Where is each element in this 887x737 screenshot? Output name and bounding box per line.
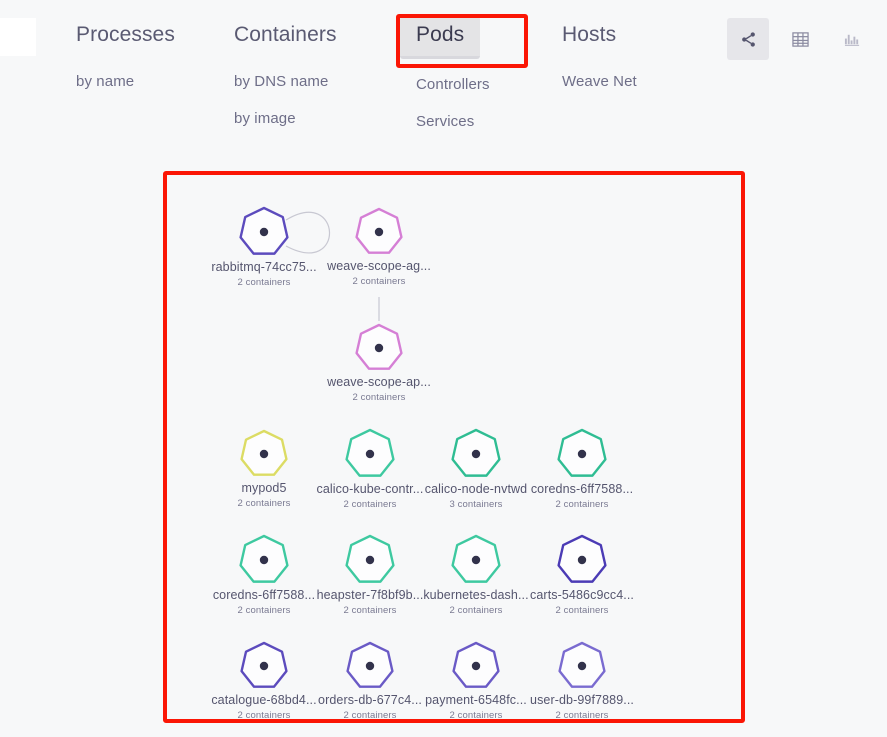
topology-tab-containers[interactable]: Containers (218, 16, 353, 56)
node-heptagon-icon (556, 534, 608, 586)
node-container-count: 2 containers (555, 710, 609, 721)
graph-node-weave-scope-app[interactable]: weave-scope-ap... 2 containers (304, 323, 454, 403)
node-label: weave-scope-ag... (327, 259, 431, 273)
graph-node-coredns-a[interactable]: coredns-6ff7588... 2 containers (507, 428, 657, 510)
node-container-count: 2 containers (555, 605, 609, 616)
topology-subtab-controllers[interactable]: Controllers (400, 74, 530, 95)
node-heptagon-icon (450, 428, 502, 480)
share-graph-icon (740, 31, 757, 48)
bar-chart-icon (844, 31, 861, 48)
topology-subtab-services[interactable]: Services (400, 111, 530, 132)
table-grid-icon (791, 31, 809, 48)
nav-column-hosts: Hosts Weave Net (546, 16, 696, 92)
topology-tab-pods[interactable]: Pods (400, 16, 481, 59)
node-label: coredns-6ff7588... (530, 482, 634, 496)
nav-column-processes: Processes by name (60, 16, 210, 92)
nav-column-containers: Containers by DNS name by image (218, 16, 403, 129)
topology-graph[interactable]: rabbitmq-74cc75... 2 containers weave-scop… (0, 160, 887, 737)
node-heptagon-icon (354, 323, 404, 373)
nav-column-pods: Pods Controllers Services (400, 16, 530, 132)
node-heptagon-icon (557, 641, 607, 691)
node-heptagon-icon (239, 641, 289, 691)
graph-node-carts[interactable]: carts-5486c9cc4... 2 containers (507, 534, 657, 616)
node-heptagon-icon (345, 641, 395, 691)
node-heptagon-icon (354, 207, 404, 257)
node-heptagon-icon (344, 428, 396, 480)
topology-subtab-weave-net[interactable]: Weave Net (546, 71, 696, 92)
node-label: weave-scope-ap... (327, 375, 431, 389)
topology-tab-processes[interactable]: Processes (60, 16, 191, 56)
node-label: carts-5486c9cc4... (530, 588, 634, 602)
node-label: user-db-99f7889... (530, 693, 634, 707)
topology-tab-hosts[interactable]: Hosts (546, 16, 632, 56)
topology-subtab-by-name[interactable]: by name (60, 71, 210, 92)
node-heptagon-icon (344, 534, 396, 586)
graph-node-weave-scope-agent[interactable]: weave-scope-ag... 2 containers (304, 207, 454, 287)
node-heptagon-icon (238, 206, 290, 258)
node-heptagon-icon (556, 428, 608, 480)
node-heptagon-icon (450, 534, 502, 586)
node-heptagon-icon (238, 534, 290, 586)
view-mode-resource-button[interactable] (831, 18, 873, 60)
view-mode-switcher (727, 18, 873, 60)
graph-node-user-db[interactable]: user-db-99f7889... 2 containers (507, 641, 657, 721)
node-container-count: 2 containers (352, 392, 406, 403)
node-heptagon-icon (239, 429, 289, 479)
node-container-count: 2 containers (555, 499, 609, 510)
node-container-count: 2 containers (352, 276, 406, 287)
view-mode-table-button[interactable] (779, 18, 821, 60)
topology-subtab-by-image[interactable]: by image (218, 108, 403, 129)
node-heptagon-icon (451, 641, 501, 691)
view-mode-graph-button[interactable] (727, 18, 769, 60)
topology-subtab-by-dns-name[interactable]: by DNS name (218, 71, 403, 92)
